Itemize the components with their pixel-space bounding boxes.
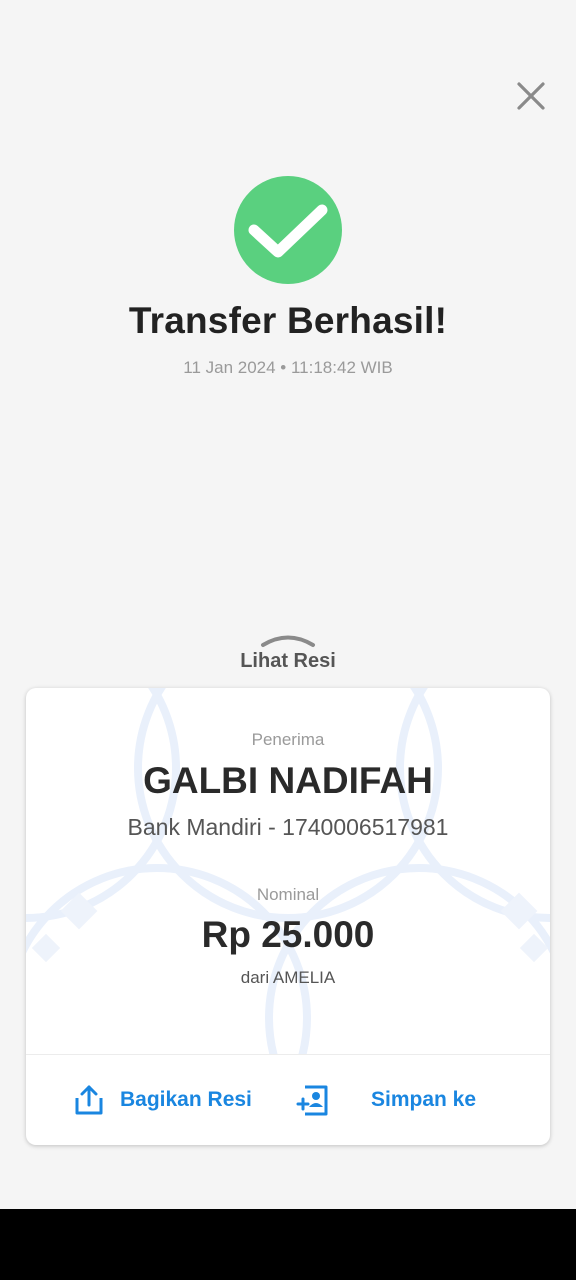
view-receipt-label[interactable]: Lihat Resi [200,650,376,673]
recipient-label: Penerima [251,730,325,749]
chevron-up-icon[interactable] [260,630,316,648]
share-upload-icon[interactable] [72,1083,106,1117]
add-contact-icon[interactable] [296,1083,330,1117]
transfer-amount: Rp 25.000 [201,914,375,955]
card-divider [26,1054,550,1055]
amount-label: Nominal [256,885,320,904]
close-button[interactable] [512,77,550,115]
share-receipt-button[interactable]: Bagikan Resi [72,1078,252,1122]
close-icon[interactable] [512,77,550,115]
save-to-label[interactable]: Simpan ke [371,1088,476,1112]
save-to-button[interactable]: Simpan ke [296,1078,476,1122]
share-receipt-label[interactable]: Bagikan Resi [120,1088,252,1112]
checkmark-icon [248,204,328,258]
success-badge [234,176,342,284]
bank-account: Bank Mandiri - 1740006517981 [127,814,449,840]
sender-name: dari AMELIA [240,968,336,987]
receipt-card: Penerima GALBI NADIFAH Bank Mandiri - 17… [26,688,550,1145]
view-receipt-toggle[interactable]: Lihat Resi [200,628,376,676]
transaction-datetime: 11 Jan 2024 • 11:18:42 WIB [183,358,393,377]
recipient-name: GALBI NADIFAH [143,760,433,801]
system-navigation-bar [0,1209,576,1280]
page-title: Transfer Berhasil! [128,300,448,341]
